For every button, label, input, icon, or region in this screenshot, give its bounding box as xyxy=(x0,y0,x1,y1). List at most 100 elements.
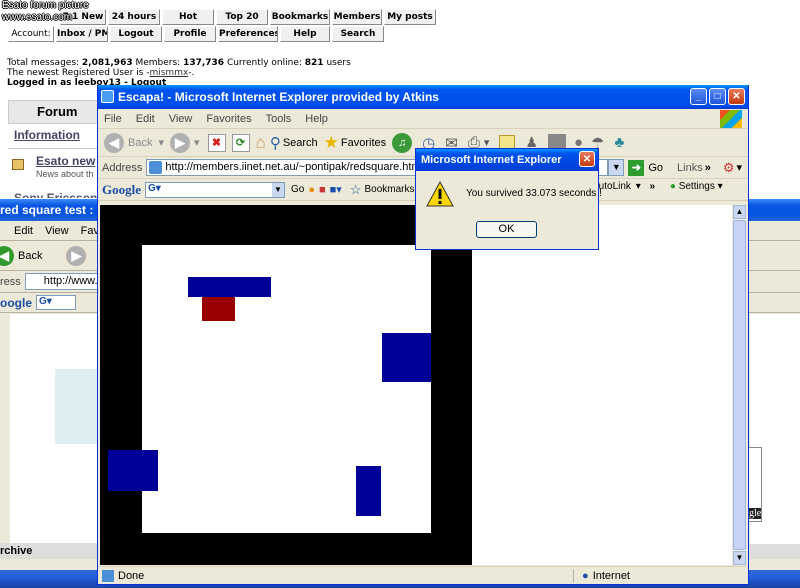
settings-icon[interactable]: ● xyxy=(670,181,676,192)
back-arrow-icon[interactable]: ◀ xyxy=(104,132,124,153)
links-label[interactable]: Links xyxy=(677,162,703,174)
toolbar-chevron-icon[interactable]: » xyxy=(650,181,656,192)
menu-tools[interactable]: Tools xyxy=(266,113,292,125)
address-dropdown-icon[interactable]: ▼ xyxy=(608,159,625,176)
stats-online-label: Currently online: xyxy=(224,58,305,68)
main-window-title: Escapa! - Microsoft Internet Explorer pr… xyxy=(118,90,439,104)
main-menubar: File Edit View Favorites Tools Help xyxy=(98,109,748,129)
newest-user-link[interactable]: mismmx xyxy=(149,68,188,78)
escapa-game[interactable] xyxy=(100,205,732,565)
favorites-star-icon[interactable]: ★ xyxy=(324,133,339,153)
forward-dropdown-icon[interactable]: ▾ xyxy=(194,136,200,149)
google-dropdown-icon[interactable]: ▼ xyxy=(272,182,284,197)
settings-button[interactable]: Settings xyxy=(679,181,715,192)
nav-search[interactable]: Search xyxy=(332,26,384,42)
bookmarks-button[interactable]: Bookmarks xyxy=(364,184,414,195)
menu-file[interactable]: File xyxy=(104,113,122,125)
close-button[interactable]: ✕ xyxy=(728,88,745,105)
pagerank-icon[interactable]: ■ xyxy=(319,184,326,196)
blue-block-top xyxy=(188,277,271,297)
msn-icon[interactable]: ♣ xyxy=(614,134,624,151)
search-button[interactable]: Search xyxy=(283,137,318,149)
status-text: Done xyxy=(118,569,145,582)
nav-profile[interactable]: Profile xyxy=(164,26,216,42)
menu-edit[interactable]: Edit xyxy=(14,225,33,237)
google-options-icon[interactable]: ● xyxy=(308,184,315,196)
bookmark-star-icon[interactable]: ☆ xyxy=(350,182,362,198)
nav-hot[interactable]: Hot xyxy=(162,9,214,25)
main-window-titlebar[interactable]: Escapa! - Microsoft Internet Explorer pr… xyxy=(98,85,748,109)
newest-user-label: The newest Registered User is - xyxy=(7,68,150,78)
home-icon[interactable]: ⌂ xyxy=(256,133,266,153)
nav-help[interactable]: Help xyxy=(280,26,330,42)
autolink-dropdown-icon[interactable]: ▾ xyxy=(636,181,641,192)
back-arrow-icon[interactable]: ◀ xyxy=(0,245,14,266)
dialog-close-button[interactable]: ✕ xyxy=(579,151,595,167)
ok-button[interactable]: OK xyxy=(476,221,537,238)
scroll-down-icon[interactable]: ▼ xyxy=(733,551,746,565)
nav-members[interactable]: Members xyxy=(332,9,382,25)
back-button[interactable]: Back xyxy=(128,137,152,149)
nav-24-hours[interactable]: 24 hours xyxy=(108,9,160,25)
favorites-button[interactable]: Favorites xyxy=(341,137,386,149)
google-search-box[interactable]: G▾ ▼ xyxy=(145,181,285,198)
back-dropdown-icon[interactable]: ▾ xyxy=(158,136,164,149)
nav-top20[interactable]: Top 20 xyxy=(216,9,268,25)
menu-view[interactable]: View xyxy=(45,225,69,237)
windows-logo-icon xyxy=(720,109,742,128)
nav-bookmarks[interactable]: Bookmarks xyxy=(270,9,330,25)
newest-user-suffix: -. xyxy=(188,68,195,78)
google-search-box[interactable]: G▾ xyxy=(36,295,76,310)
forward-arrow-icon[interactable]: ▶ xyxy=(66,245,87,266)
tools-dropdown-icon[interactable]: ▾ xyxy=(737,161,743,174)
forward-arrow-icon[interactable]: ▶ xyxy=(170,132,190,153)
scroll-up-icon[interactable]: ▲ xyxy=(733,205,746,219)
go-arrow-icon[interactable]: ➜ xyxy=(628,159,645,176)
information-link[interactable]: Information xyxy=(14,128,80,142)
go-button[interactable]: Go xyxy=(648,162,663,174)
page-content xyxy=(100,205,732,565)
folder-icon xyxy=(12,159,24,170)
forum-row-news: Esato new News about th xyxy=(8,148,98,188)
vertical-scrollbar[interactable]: ▲ ▼ xyxy=(732,205,746,565)
links-chevron-icon[interactable]: » xyxy=(705,162,711,174)
address-value: http://members.iinet.net.au/~pontipak/re… xyxy=(165,161,424,173)
google-go-button[interactable]: Go xyxy=(291,184,304,195)
menu-view[interactable]: View xyxy=(169,113,193,125)
menu-edit[interactable]: Edit xyxy=(136,113,155,125)
arena-inner xyxy=(142,245,431,533)
search-icon[interactable]: ⚲ xyxy=(270,134,281,152)
ie-logo-icon xyxy=(101,90,114,103)
red-square[interactable] xyxy=(202,297,235,321)
settings-dropdown-icon[interactable]: ▾ xyxy=(718,181,723,192)
background-address-field[interactable]: http://www.es xyxy=(24,273,109,290)
tools-icon[interactable]: ⚙ xyxy=(723,160,735,176)
background-panel xyxy=(55,369,100,444)
address-label: Address xyxy=(102,161,143,174)
minimize-button[interactable]: _ xyxy=(690,88,707,105)
popup-blocker-icon[interactable]: ■▾ xyxy=(330,183,342,196)
nav-preferences[interactable]: Preferences xyxy=(218,26,278,42)
nav-my-posts[interactable]: My posts xyxy=(384,9,436,25)
dialog-message: You survived 33.073 seconds ! xyxy=(466,188,602,199)
media-icon[interactable]: ♫ xyxy=(392,132,413,153)
page-icon xyxy=(149,161,163,174)
stats-total-value: 2,081,963 xyxy=(81,58,133,68)
watermark-line1: Esato forum picture xyxy=(2,0,89,11)
refresh-icon[interactable]: ⟳ xyxy=(231,133,250,152)
menu-favorites[interactable]: Favorites xyxy=(206,113,251,125)
back-button[interactable]: Back xyxy=(18,250,42,262)
scroll-thumb[interactable] xyxy=(733,220,746,550)
nav-inbox[interactable]: Inbox / PM xyxy=(56,26,108,42)
esato-news-link[interactable]: Esato new xyxy=(36,154,95,168)
google-logo: Google xyxy=(102,181,141,197)
stats-members-label: Members: xyxy=(132,58,184,68)
maximize-button[interactable]: □ xyxy=(709,88,726,105)
blue-block-bottom xyxy=(356,466,381,516)
status-zone-text: Internet xyxy=(592,569,630,582)
dialog-titlebar[interactable]: Microsoft Internet Explorer ✕ xyxy=(416,149,598,171)
menu-help[interactable]: Help xyxy=(305,113,328,125)
nav-logout[interactable]: Logout xyxy=(110,26,162,42)
stop-icon[interactable]: ✖ xyxy=(207,133,226,152)
forum-nav-row1: 7 1 New 24 hours Hot Top 20 Bookmarks Me… xyxy=(60,9,438,25)
